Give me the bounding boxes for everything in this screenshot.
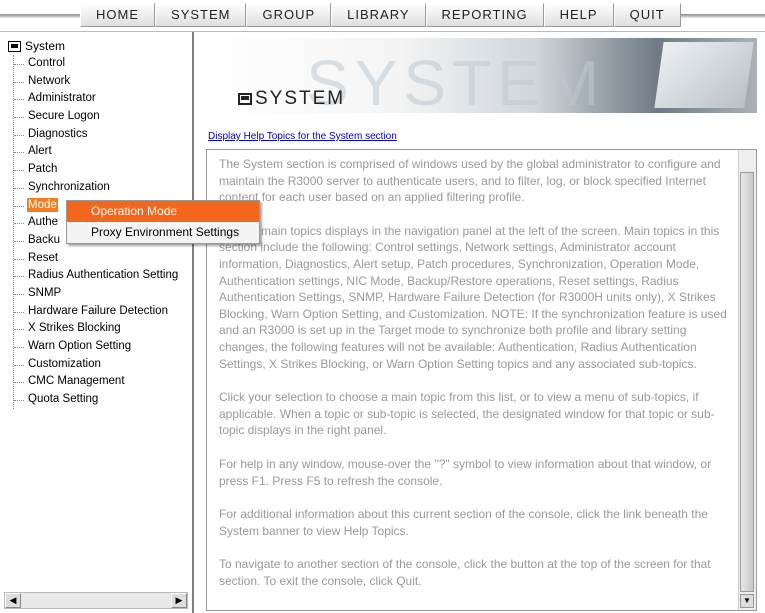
tree-item-label: Customization [28,357,101,370]
menu-home-button[interactable]: HOME [80,3,155,27]
menu-library-button[interactable]: LIBRARY [331,3,426,27]
tree-item-warn-option-setting[interactable]: Warn Option Setting [14,338,179,356]
tree-item-patch[interactable]: Patch [14,161,179,179]
description-paragraph: For help in any window, mouse-over the "… [219,456,712,488]
menu-reporting-button[interactable]: REPORTING [425,3,544,27]
tree-item-label: Warn Option Setting [28,340,132,352]
tree-item-label: Radius Authentication Setting [28,269,179,282]
tree-item-secure-logon[interactable]: Secure Logon [14,108,179,126]
banner-graphic [654,42,754,108]
computer-icon [238,93,252,105]
horizontal-scrollbar[interactable]: ◀ ▶ [4,592,188,609]
tree-item-label: Administrator [28,92,96,105]
tree-root-label: System [25,39,66,53]
top-menu-bar: HOME SYSTEM GROUP LIBRARY REPORTING HELP… [0,0,765,32]
main-panel: SYSTEM SYSTEM Display Help Topics for th… [194,32,765,613]
tree-item-control[interactable]: Control [14,55,179,73]
tree-item-snmp[interactable]: SNMP [14,285,179,303]
tree-item-label: Patch [28,163,58,176]
mode-context-menu: Operation Mode Proxy Environment Settings [66,200,260,244]
tree-item-x-strikes-blocking[interactable]: X Strikes Blocking [14,320,179,338]
tree-item-label: SNMP [28,286,62,299]
scroll-right-arrow-icon[interactable]: ▶ [171,593,187,608]
tree-item-label: Alert [28,145,52,158]
description-text: The System section is comprised of windo… [219,156,729,606]
context-item-operation-mode[interactable]: Operation Mode [67,201,259,222]
tree-item-label: Diagnostics [28,127,88,140]
tree-item-label: Control [28,57,66,69]
navigation-panel: System Control Network Administrator Secure… [0,32,194,613]
description-paragraph: The System section is comprised of windo… [219,157,721,205]
menu-system-button[interactable]: SYSTEM [155,3,247,27]
menu-group-button[interactable]: GROUP [246,3,332,27]
banner-title: SYSTEM [238,88,345,110]
tree-item-cmc-management[interactable]: CMC Management [14,373,179,391]
description-paragraph: To navigate to another section of the co… [219,557,711,588]
menu-help-button[interactable]: HELP [543,3,614,27]
tree-item-alert[interactable]: Alert [14,143,179,161]
tree-item-synchronization[interactable]: Synchronization [14,179,179,197]
help-topics-link[interactable]: Display Help Topics for the System secti… [208,131,397,142]
banner-title-text: SYSTEM [255,88,346,109]
main-menu: HOME SYSTEM GROUP LIBRARY REPORTING HELP… [80,3,681,27]
banner-watermark: SYSTEM [306,47,606,113]
scroll-thumb[interactable] [740,172,754,592]
computer-icon [8,41,21,52]
menu-quit-button[interactable]: QUIT [613,3,681,27]
tree-item-label: Authe [28,216,59,229]
tree-item-label: Mode [27,197,58,212]
tree-item-diagnostics[interactable]: Diagnostics [14,126,179,144]
tree-item-radius-authentication-setting[interactable]: Radius Authentication Setting [14,267,179,285]
tree-item-network[interactable]: Network [14,73,179,91]
tree-item-label: Reset [28,251,59,264]
tree-item-label: Hardware Failure Detection [28,304,168,317]
tree-item-label: CMC Management [28,375,125,388]
tree-root-system[interactable]: System [8,38,179,55]
scroll-down-arrow-icon[interactable]: ▼ [740,594,754,608]
system-banner: SYSTEM SYSTEM [206,38,757,113]
tree-item-label: Backu [28,233,60,246]
vertical-scrollbar[interactable]: ▼ [738,150,756,610]
context-item-proxy-environment-settings[interactable]: Proxy Environment Settings [67,222,259,243]
tree-item-label: Quota Setting [28,393,99,406]
tree-item-label: Synchronization [28,180,110,193]
description-paragraph: A list of main topics displays in the na… [219,223,727,371]
tree-item-reset[interactable]: Reset [14,250,179,268]
tree-item-label: X Strikes Blocking [28,322,121,335]
tree-item-customization[interactable]: Customization [14,356,179,374]
description-paragraph: Click your selection to choose a main to… [219,390,715,438]
tree-item-label: Secure Logon [28,110,100,123]
system-description-box: The System section is comprised of windo… [206,149,757,611]
tree-item-hardware-failure-detection[interactable]: Hardware Failure Detection [14,303,179,321]
tree-item-quota-setting[interactable]: Quota Setting [14,391,179,409]
tree-item-administrator[interactable]: Administrator [14,90,179,108]
tree-item-label: Network [28,74,71,87]
description-paragraph: For additional information about this cu… [219,507,708,538]
scroll-left-arrow-icon[interactable]: ◀ [5,593,21,608]
